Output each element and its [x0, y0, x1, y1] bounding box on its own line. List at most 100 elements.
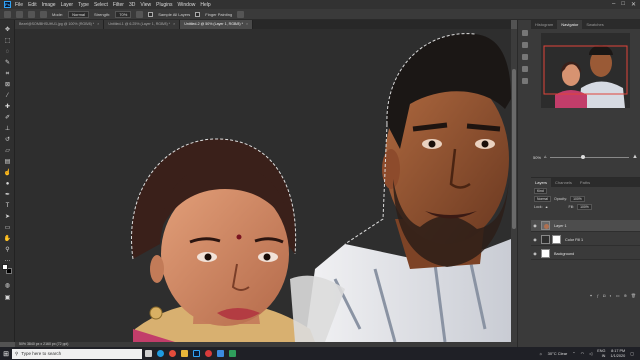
- menu-file[interactable]: File: [15, 2, 23, 8]
- layer-row-layer-1[interactable]: ◉ Layer 1: [531, 220, 640, 232]
- marquee-tool-icon[interactable]: ⬚: [3, 37, 12, 45]
- brush-settings-icon[interactable]: [40, 10, 47, 18]
- hand-tool-icon[interactable]: ✋: [3, 235, 12, 243]
- edge-icon[interactable]: [154, 347, 166, 360]
- layer-name[interactable]: Background: [554, 252, 574, 256]
- blur-tool-icon[interactable]: ☝: [3, 169, 12, 177]
- lock-icon[interactable]: 🔒︎: [546, 205, 548, 209]
- zoom-out-icon[interactable]: ▵: [544, 154, 547, 160]
- eraser-tool-icon[interactable]: ▱: [3, 147, 12, 155]
- lasso-tool-icon[interactable]: ◌: [3, 48, 12, 56]
- tab-histogram[interactable]: Histogram: [531, 20, 557, 29]
- menu-type[interactable]: Type: [78, 2, 89, 8]
- zoom-slider-knob[interactable]: [581, 154, 586, 159]
- foreground-color-swatch[interactable]: [2, 264, 8, 270]
- store-icon[interactable]: [214, 347, 226, 360]
- move-tool-icon[interactable]: ✥: [3, 26, 12, 34]
- menu-help[interactable]: Help: [200, 2, 210, 8]
- character-icon[interactable]: [522, 78, 528, 84]
- notifications-icon[interactable]: ▢: [630, 351, 634, 356]
- dodge-tool-icon[interactable]: ●: [3, 180, 12, 188]
- sample-all-layers-checkbox[interactable]: [148, 11, 154, 17]
- brush-preset-icon[interactable]: [28, 10, 35, 18]
- quick-mask-icon[interactable]: ◍: [3, 282, 12, 290]
- brush-tool-icon[interactable]: ✐: [3, 114, 12, 122]
- language-indicator[interactable]: ENG IN: [597, 349, 605, 359]
- chrome-icon[interactable]: [166, 347, 178, 360]
- menu-filter[interactable]: Filter: [113, 2, 124, 8]
- path-select-tool-icon[interactable]: ➤: [3, 213, 12, 221]
- tab-channels[interactable]: Channels: [551, 178, 576, 187]
- close-tab-icon[interactable]: ×: [246, 22, 248, 26]
- layer-row-color-fill-1[interactable]: ◉ Color Fill 1: [531, 234, 640, 246]
- home-icon[interactable]: [4, 10, 11, 18]
- blend-mode-select[interactable]: Normal: [534, 196, 551, 202]
- scrollbar-thumb[interactable]: [512, 69, 516, 229]
- eyedropper-tool-icon[interactable]: ⁄: [3, 92, 12, 100]
- finger-painting-checkbox[interactable]: [195, 11, 201, 17]
- weather-icon[interactable]: ☼: [539, 351, 543, 356]
- media-player-icon[interactable]: [202, 347, 214, 360]
- smudge-tool-icon[interactable]: [16, 10, 23, 18]
- network-icon[interactable]: ◠: [581, 351, 585, 356]
- screen-mode-icon[interactable]: ▣: [3, 294, 12, 302]
- tab-document[interactable]: Untitled-1 @ 6.25% (Layer 1, RGB/8) * ×: [104, 20, 181, 29]
- task-view-icon[interactable]: [142, 347, 154, 360]
- mode-select[interactable]: Normal: [68, 10, 90, 18]
- opacity-input[interactable]: 100%: [570, 196, 585, 202]
- quick-select-tool-icon[interactable]: ✎: [3, 59, 12, 67]
- app-icon[interactable]: [226, 347, 238, 360]
- menu-edit[interactable]: Edit: [28, 2, 37, 8]
- volume-icon[interactable]: ◁: [589, 351, 592, 356]
- tab-navigator[interactable]: Navigator: [557, 20, 583, 29]
- pen-tool-icon[interactable]: ✒: [3, 191, 12, 199]
- menu-view[interactable]: View: [140, 2, 151, 8]
- adjustment-layer-icon[interactable]: ◐: [609, 293, 611, 300]
- brush-settings-panel-icon[interactable]: [522, 66, 528, 72]
- navigator-preview[interactable]: [541, 33, 630, 108]
- zoom-tool-icon[interactable]: ⚲: [3, 246, 12, 254]
- tab-paths[interactable]: Paths: [576, 178, 594, 187]
- tab-swatches[interactable]: Swatches: [582, 20, 607, 29]
- tray-chevron-icon[interactable]: ⌃: [572, 351, 575, 356]
- menu-select[interactable]: Select: [94, 2, 108, 8]
- tab-layers[interactable]: Layers: [531, 178, 552, 187]
- strength-input[interactable]: 70%: [115, 10, 132, 18]
- document-canvas[interactable]: [15, 29, 511, 342]
- tab-document-active[interactable]: Untitled-2 @ 50% (Layer 1, RGB/8) * ×: [180, 20, 254, 29]
- visibility-eye-icon[interactable]: ◉: [531, 223, 539, 228]
- trash-icon[interactable]: 🗑︎: [631, 293, 636, 300]
- tab-document[interactable]: Bezel@SOMBHSUHU1.jpg @ 100% (RGB/8) * ×: [15, 20, 105, 29]
- layer-name[interactable]: Color Fill 1: [565, 238, 583, 242]
- fx-icon[interactable]: ƒ: [597, 293, 599, 300]
- history-brush-tool-icon[interactable]: ↺: [3, 136, 12, 144]
- layer-row-background[interactable]: ◉ Background: [531, 248, 640, 260]
- zoom-level[interactable]: 50%: [533, 155, 541, 160]
- photoshop-taskbar-icon[interactable]: [190, 347, 202, 360]
- minimize-button[interactable]: –: [612, 1, 615, 8]
- menu-plugins[interactable]: Plugins: [156, 2, 172, 8]
- windows-start-icon[interactable]: ⊞: [0, 347, 12, 360]
- frame-tool-icon[interactable]: ⊠: [3, 81, 12, 89]
- layer-kind-filter[interactable]: Kind: [534, 188, 547, 194]
- visibility-eye-icon[interactable]: ◉: [531, 251, 539, 256]
- clock[interactable]: 8:17 PM 1/1/2020: [610, 349, 625, 359]
- zoom-in-icon[interactable]: ▲: [632, 154, 638, 160]
- adjustments-icon[interactable]: [522, 54, 528, 60]
- add-mask-icon[interactable]: ◘: [603, 293, 605, 300]
- more-tools-icon[interactable]: …: [3, 256, 12, 264]
- menu-image[interactable]: Image: [42, 2, 56, 8]
- crop-tool-icon[interactable]: ⌗: [3, 70, 12, 78]
- taskbar-search[interactable]: ⚲ Type here to search: [12, 348, 142, 359]
- visibility-eye-icon[interactable]: ◉: [531, 237, 539, 242]
- type-tool-icon[interactable]: T: [3, 202, 12, 210]
- zoom-slider[interactable]: [549, 154, 630, 159]
- maximize-button[interactable]: □: [621, 1, 625, 8]
- new-group-icon[interactable]: ▭: [616, 293, 620, 300]
- angle-icon[interactable]: [136, 10, 144, 18]
- close-button[interactable]: ✕: [631, 1, 636, 8]
- fill-input[interactable]: 100%: [577, 204, 592, 210]
- menu-layer[interactable]: Layer: [61, 2, 74, 8]
- layer-name[interactable]: Layer 1: [554, 224, 567, 228]
- gradient-tool-icon[interactable]: ▤: [3, 158, 12, 166]
